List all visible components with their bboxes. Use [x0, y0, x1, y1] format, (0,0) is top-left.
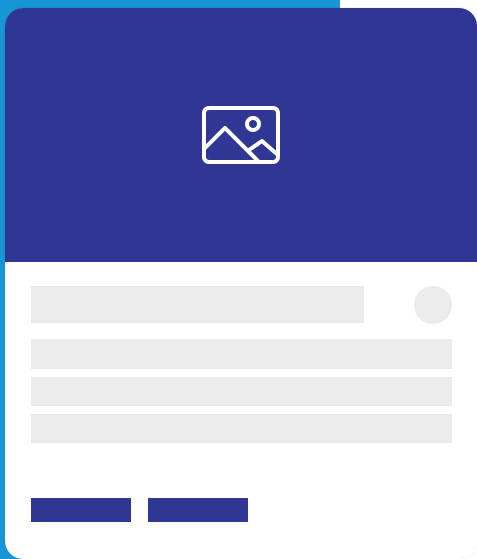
loading-card [5, 8, 477, 559]
skeleton-text-line [31, 377, 452, 406]
skeleton-title [31, 286, 364, 323]
card-media-placeholder [5, 8, 477, 262]
secondary-action-button[interactable] [148, 498, 248, 522]
skeleton-avatar [414, 286, 452, 324]
skeleton-text-line [31, 339, 452, 369]
skeleton-text-line [31, 414, 452, 443]
image-placeholder-icon [202, 106, 280, 164]
primary-action-button[interactable] [31, 498, 131, 522]
